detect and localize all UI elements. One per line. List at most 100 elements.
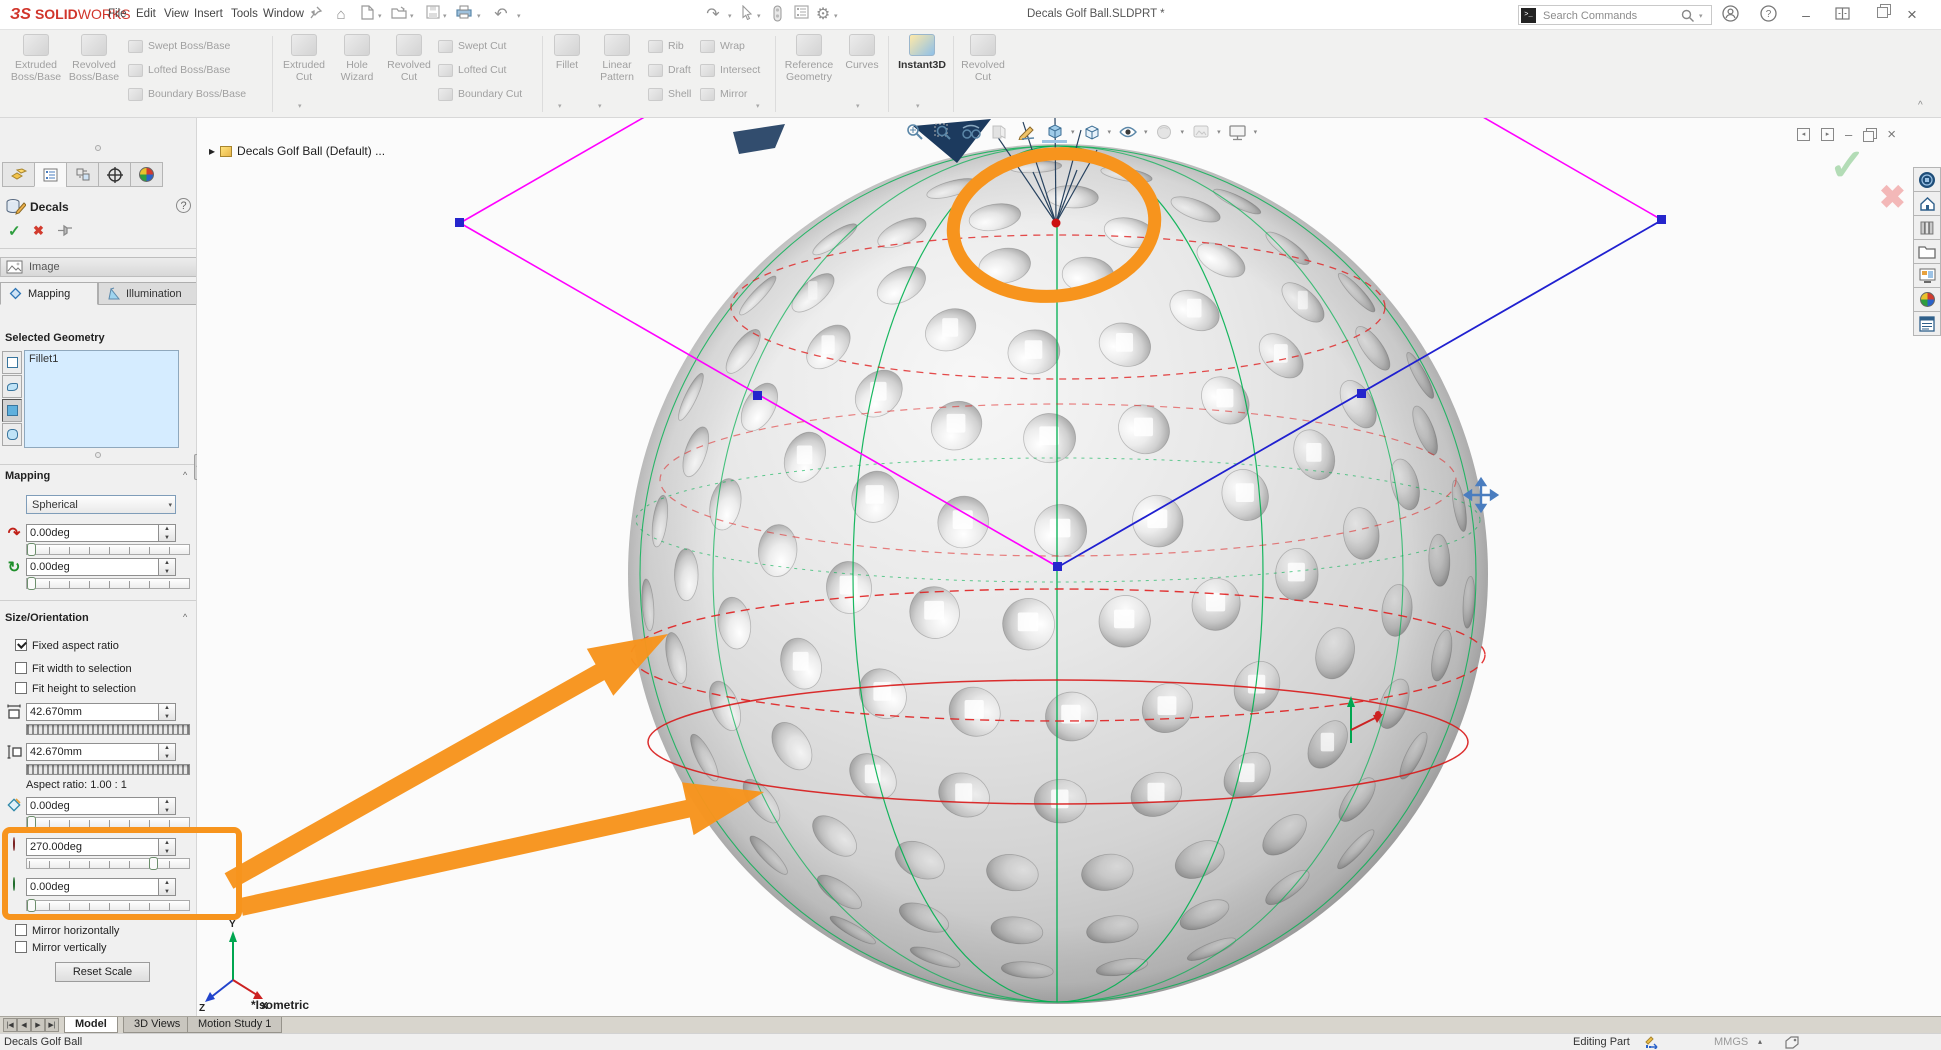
azimuth-rotation-field[interactable] bbox=[26, 838, 159, 856]
print-button[interactable] bbox=[453, 5, 475, 25]
azimuth-rotation-spinner[interactable]: ▲▼ bbox=[159, 838, 176, 856]
menu-window[interactable]: Window bbox=[263, 8, 304, 20]
zoom-to-fit-button[interactable] bbox=[902, 121, 927, 143]
solidworks-resources-tab[interactable] bbox=[1913, 167, 1941, 192]
status-units[interactable]: MMGS bbox=[1714, 1036, 1748, 1048]
swept-boss-base-button[interactable]: Swept Boss/Base bbox=[128, 38, 230, 54]
search-dropdown-arrow[interactable]: ▾ bbox=[1699, 12, 1703, 20]
undo-button[interactable]: ↶ bbox=[490, 5, 512, 25]
file-explorer-tab[interactable] bbox=[1913, 239, 1941, 264]
property-manager-toggle[interactable] bbox=[790, 5, 812, 25]
decal-handle-midright[interactable] bbox=[1357, 389, 1366, 398]
decal-handle-midleft[interactable] bbox=[753, 391, 762, 400]
vertical-rotation-spinner[interactable]: ▲▼ bbox=[159, 558, 176, 576]
elevation-rotation-spinner[interactable]: ▲▼ bbox=[159, 878, 176, 896]
view-settings-button[interactable] bbox=[1225, 121, 1250, 143]
decal-handle-left[interactable] bbox=[455, 218, 464, 227]
feature-tree-flyout[interactable]: ▸ Decals Golf Ball (Default) ... bbox=[209, 144, 385, 158]
decal-width-scrubber[interactable] bbox=[26, 724, 190, 735]
select-part-filter-button[interactable] bbox=[2, 351, 22, 374]
apply-scene-dropdown[interactable]: ▾ bbox=[1217, 128, 1221, 136]
help-icon[interactable]: ? bbox=[1757, 5, 1779, 25]
menu-file[interactable]: File bbox=[108, 8, 127, 20]
fixed-aspect-checkbox[interactable] bbox=[15, 639, 27, 651]
display-manager-tab[interactable] bbox=[130, 162, 163, 187]
graphics-viewport[interactable]: Y Z X ▸ Decals Golf Ball (Default) ... ▾… bbox=[197, 118, 1941, 1016]
viewport-close-button[interactable]: × bbox=[1887, 126, 1896, 143]
tab-motion-study[interactable]: Motion Study 1 bbox=[187, 1017, 282, 1033]
wrap-button[interactable]: Wrap bbox=[700, 38, 745, 54]
decal-width-field[interactable] bbox=[26, 703, 159, 721]
tab-mapping[interactable]: Mapping bbox=[0, 282, 98, 305]
select-face-filter-button[interactable] bbox=[2, 375, 22, 398]
revolved-boss-base-button[interactable]: Revolved Boss/Base bbox=[66, 34, 122, 84]
arrange-windows-button[interactable] bbox=[1831, 4, 1853, 26]
azimuth-rotation-slider[interactable] bbox=[26, 858, 190, 869]
redo-dropdown-arrow[interactable]: ▾ bbox=[728, 12, 732, 20]
select-dropdown-arrow[interactable]: ▾ bbox=[757, 12, 761, 20]
annotation-views-button[interactable] bbox=[1014, 121, 1039, 143]
fit-height-checkbox[interactable] bbox=[15, 682, 27, 694]
draft-button[interactable]: Draft bbox=[648, 62, 691, 78]
mirror-button[interactable]: Mirror bbox=[700, 86, 747, 102]
intersect-button[interactable]: Intersect bbox=[700, 62, 760, 78]
panel-resize-handle[interactable] bbox=[95, 145, 101, 151]
boundary-cut-button[interactable]: Boundary Cut bbox=[438, 86, 522, 102]
linear-pattern-button[interactable]: Linear Pattern bbox=[590, 34, 644, 84]
rebuild-button[interactable] bbox=[766, 5, 788, 25]
tab-scroll-next[interactable]: ▶ bbox=[31, 1018, 45, 1032]
tree-expand-arrow[interactable]: ▸ bbox=[209, 144, 215, 158]
horizontal-rotation-field[interactable] bbox=[26, 524, 159, 542]
elevation-rotation-field[interactable] bbox=[26, 878, 159, 896]
search-input[interactable]: Search Commands bbox=[1543, 10, 1637, 22]
units-dropdown-arrow[interactable]: ▴ bbox=[1758, 1037, 1762, 1046]
select-surface-filter-button[interactable] bbox=[2, 423, 22, 446]
tab-model[interactable]: Model bbox=[64, 1017, 118, 1033]
print-dropdown-arrow[interactable]: ▾ bbox=[477, 12, 481, 20]
design-library-tab[interactable] bbox=[1913, 215, 1941, 240]
decal-rotation-field[interactable] bbox=[26, 797, 159, 815]
revolved-cut-button[interactable]: Revolved Cut bbox=[384, 34, 434, 84]
flyout-arrow[interactable]: ▾ bbox=[558, 102, 562, 110]
zoom-to-area-button[interactable] bbox=[930, 121, 955, 143]
reset-scale-button[interactable]: Reset Scale bbox=[55, 962, 150, 982]
menu-edit[interactable]: Edit bbox=[136, 8, 156, 20]
decal-height-field[interactable] bbox=[26, 743, 159, 761]
apply-scene-button[interactable] bbox=[1188, 121, 1213, 143]
feature-manager-tab[interactable] bbox=[2, 162, 35, 187]
decal-width-spinner[interactable]: ▲▼ bbox=[159, 703, 176, 721]
fillet-button[interactable]: Fillet bbox=[546, 34, 588, 71]
menu-view[interactable]: View bbox=[164, 8, 189, 20]
decal-height-scrubber[interactable] bbox=[26, 764, 190, 775]
horizontal-rotation-spinner[interactable]: ▲▼ bbox=[159, 524, 176, 542]
shell-button[interactable]: Shell bbox=[648, 86, 691, 102]
tab-scroll-prev[interactable]: ◀ bbox=[17, 1018, 31, 1032]
decal-handle-right[interactable] bbox=[1657, 215, 1666, 224]
flyout-arrow[interactable]: ▾ bbox=[598, 102, 602, 110]
save-dropdown-arrow[interactable]: ▾ bbox=[443, 12, 447, 20]
search-icon[interactable] bbox=[1681, 9, 1695, 23]
new-document-button[interactable] bbox=[356, 5, 378, 25]
decal-handle-bottom[interactable] bbox=[1053, 562, 1062, 571]
open-button[interactable] bbox=[388, 5, 410, 25]
list-resize-handle[interactable] bbox=[95, 452, 101, 458]
save-button[interactable] bbox=[422, 5, 444, 25]
status-tag-icon[interactable] bbox=[1785, 1036, 1800, 1049]
options-gear-button[interactable]: ⚙ bbox=[812, 5, 834, 25]
size-collapse-chevron[interactable]: ^ bbox=[183, 612, 187, 622]
view-settings-dropdown[interactable]: ▾ bbox=[1254, 128, 1258, 136]
custom-properties-tab[interactable] bbox=[1913, 311, 1941, 336]
decal-center-point[interactable] bbox=[1052, 219, 1061, 228]
section-view-button[interactable] bbox=[986, 121, 1011, 143]
mirror-vertical-checkbox[interactable] bbox=[15, 941, 27, 953]
instant3d-button[interactable]: Instant3D bbox=[893, 34, 951, 71]
select-body-filter-button[interactable] bbox=[2, 399, 22, 422]
menu-insert[interactable]: Insert bbox=[194, 8, 223, 20]
mapping-collapse-chevron[interactable]: ^ bbox=[183, 470, 187, 480]
flyout-arrow[interactable]: ▾ bbox=[916, 102, 920, 110]
ribbon-collapse-chevron[interactable]: ^ bbox=[1918, 100, 1923, 111]
confirm-ok-overlay[interactable]: ✓ bbox=[1829, 140, 1866, 191]
restore-button[interactable] bbox=[1866, 4, 1888, 26]
tab-illumination[interactable]: Illumination bbox=[98, 282, 197, 305]
hide-show-dropdown[interactable]: ▾ bbox=[1144, 128, 1148, 136]
